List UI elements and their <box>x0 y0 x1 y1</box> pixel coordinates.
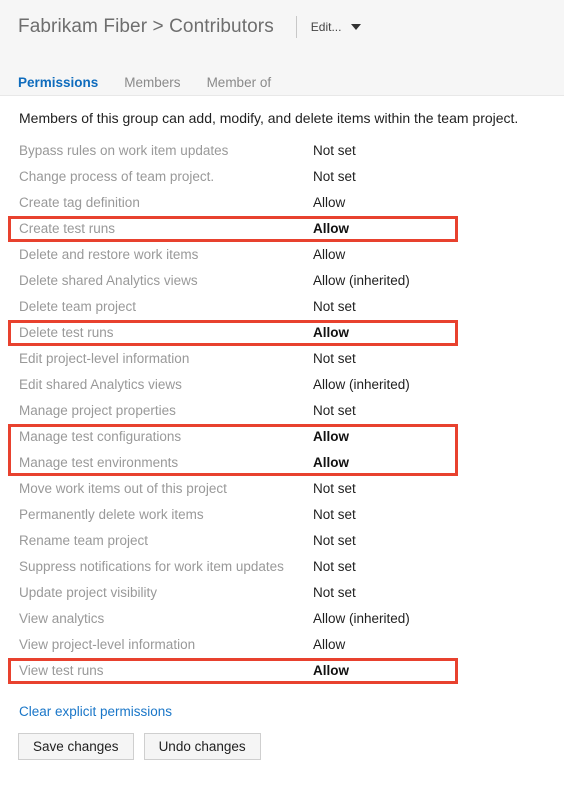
permission-row[interactable]: Permanently delete work items Not set <box>0 502 564 528</box>
permission-value[interactable]: Not set <box>313 476 356 502</box>
permission-name: Create tag definition <box>19 195 140 210</box>
permission-value[interactable]: Not set <box>313 294 356 320</box>
permission-row[interactable]: Manage project properties Not set <box>0 398 564 424</box>
permission-row[interactable]: Update project visibility Not set <box>0 580 564 606</box>
permission-name: Delete shared Analytics views <box>19 273 198 288</box>
permission-value[interactable]: Allow <box>313 658 349 684</box>
permission-name: Delete team project <box>19 299 137 314</box>
tab-bar-divider <box>0 95 564 96</box>
permission-row[interactable]: Edit shared Analytics views Allow (inheri… <box>0 372 564 398</box>
permission-value[interactable]: Allow (inherited) <box>313 606 410 632</box>
permission-row[interactable]: Manage test configurations Allow <box>0 424 564 450</box>
permission-row[interactable]: Delete team project Not set <box>0 294 564 320</box>
permission-value[interactable]: Not set <box>313 580 356 606</box>
tab-permissions[interactable]: Permissions <box>18 72 98 96</box>
permission-row[interactable]: Change process of team project. Not set <box>0 164 564 190</box>
permission-name: Permanently delete work items <box>19 507 204 522</box>
permission-name: Edit project-level information <box>19 351 190 366</box>
edit-dropdown-button[interactable]: Edit... <box>311 16 362 38</box>
permission-value[interactable]: Allow (inherited) <box>313 268 410 294</box>
permission-value[interactable]: Not set <box>313 502 356 528</box>
permission-name: Delete and restore work items <box>19 247 199 262</box>
permission-value[interactable]: Not set <box>313 528 356 554</box>
permission-name: Rename team project <box>19 533 149 548</box>
permission-name: View analytics <box>19 611 105 626</box>
permission-value[interactable]: Allow <box>313 190 345 216</box>
permission-name: Manage test environments <box>19 455 179 470</box>
permission-row[interactable]: View test runs Allow <box>0 658 564 684</box>
undo-changes-button[interactable]: Undo changes <box>143 733 261 760</box>
permission-value[interactable]: Allow (inherited) <box>313 372 410 398</box>
permission-row[interactable]: Manage test environments Allow <box>0 450 564 476</box>
permission-name: Bypass rules on work item updates <box>19 143 229 158</box>
tab-member-of[interactable]: Member of <box>207 72 272 96</box>
permission-name: Create test runs <box>19 221 116 236</box>
permission-value[interactable]: Not set <box>313 138 356 164</box>
permission-row[interactable]: Rename team project Not set <box>0 528 564 554</box>
permission-name: Manage project properties <box>19 403 176 418</box>
permission-value[interactable]: Allow <box>313 450 349 476</box>
permission-name: Edit shared Analytics views <box>19 377 182 392</box>
permission-value[interactable]: Allow <box>313 242 345 268</box>
permission-value[interactable]: Not set <box>313 346 356 372</box>
permissions-page: Fabrikam Fiber > Contributors Edit... Pe… <box>0 0 564 796</box>
permission-row[interactable]: Delete test runs Allow <box>0 320 564 346</box>
permission-name: View project-level information <box>19 637 196 652</box>
permission-name: Delete test runs <box>19 325 114 340</box>
permission-row[interactable]: Bypass rules on work item updates Not set <box>0 138 564 164</box>
vertical-divider <box>295 16 297 38</box>
permission-value[interactable]: Not set <box>313 554 356 580</box>
permission-name: Change process of team project. <box>19 169 215 184</box>
permission-name: Suppress notifications for work item upd… <box>19 559 284 574</box>
permission-row[interactable]: Suppress notifications for work item upd… <box>0 554 564 580</box>
permission-value[interactable]: Not set <box>313 398 356 424</box>
breadcrumb-row: Fabrikam Fiber > Contributors Edit... <box>18 12 362 42</box>
group-description: Members of this group can add, modify, a… <box>19 110 519 126</box>
permission-value[interactable]: Not set <box>313 164 356 190</box>
permission-row[interactable]: View analytics Allow (inherited) <box>0 606 564 632</box>
tab-members[interactable]: Members <box>124 72 180 96</box>
save-changes-button[interactable]: Save changes <box>18 733 134 760</box>
chevron-down-icon <box>351 24 362 30</box>
footer-button-row: Save changes Undo changes <box>18 733 261 760</box>
permission-row[interactable]: View project-level information Allow <box>0 632 564 658</box>
permission-row[interactable]: Edit project-level information Not set <box>0 346 564 372</box>
permission-name: Update project visibility <box>19 585 158 600</box>
permission-value[interactable]: Allow <box>313 320 349 346</box>
clear-explicit-permissions-link[interactable]: Clear explicit permissions <box>19 703 172 721</box>
permission-value[interactable]: Allow <box>313 632 345 658</box>
permission-row[interactable]: Create test runs Allow <box>0 216 564 242</box>
permission-row[interactable]: Delete and restore work items Allow <box>0 242 564 268</box>
permission-name: Move work items out of this project <box>19 481 227 496</box>
permission-name: Manage test configurations <box>19 429 182 444</box>
permission-name: View test runs <box>19 663 104 678</box>
permission-row[interactable]: Move work items out of this project Not s… <box>0 476 564 502</box>
permission-value[interactable]: Allow <box>313 216 349 242</box>
permission-row[interactable]: Delete shared Analytics views Allow (inhe… <box>0 268 564 294</box>
permission-row[interactable]: Create tag definition Allow <box>0 190 564 216</box>
permissions-list: Bypass rules on work item updates Not set… <box>0 138 564 684</box>
permission-value[interactable]: Allow <box>313 424 349 450</box>
edit-dropdown-label: Edit... <box>310 20 342 34</box>
tab-bar: Permissions Members Member of <box>18 70 271 96</box>
breadcrumb: Fabrikam Fiber > Contributors <box>18 16 274 37</box>
